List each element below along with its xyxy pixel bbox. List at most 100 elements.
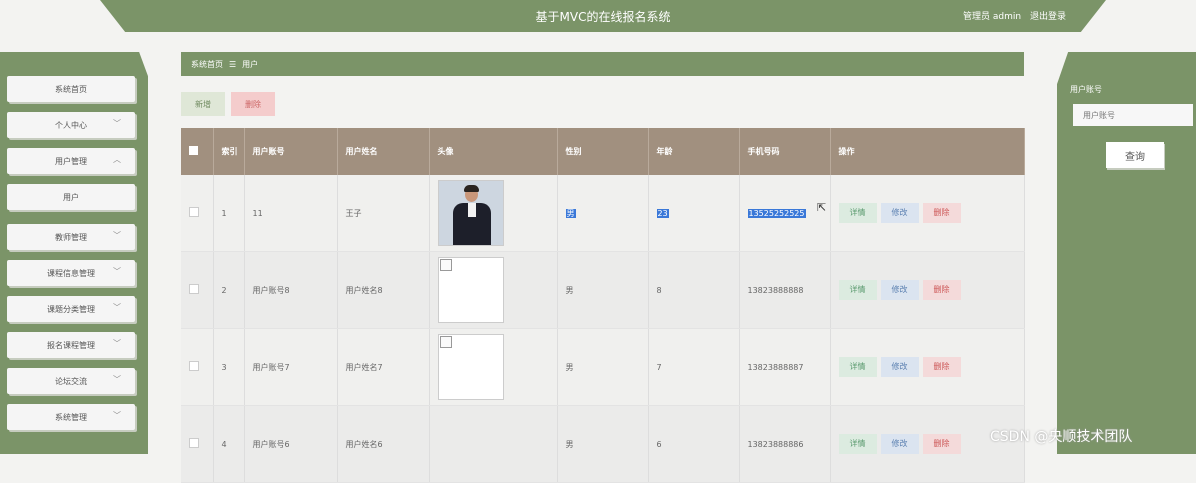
sidebar-subitem-users[interactable]: 用户 — [7, 184, 135, 210]
view-button[interactable]: 详情 — [838, 357, 877, 377]
sidebar-item-label: 系统管理 — [55, 412, 87, 422]
cell-age: 7 — [648, 328, 740, 406]
select-all-checkbox[interactable] — [181, 128, 214, 175]
breadcrumb-home[interactable]: 系统首页 — [191, 59, 223, 70]
sidebar-item-enrollment[interactable]: 报名课程管理 ﹀ — [7, 332, 135, 358]
edit-button[interactable]: 修改 — [880, 357, 919, 377]
row-delete-button[interactable]: 删除 — [922, 357, 961, 377]
sidebar-item-label: 课题分类管理 — [47, 304, 95, 314]
app-title: 基于MVC的在线报名系统 — [535, 10, 671, 24]
sidebar-item-forum[interactable]: 论坛交流 ﹀ — [7, 368, 135, 394]
sidebar-item-profile[interactable]: 个人中心 ﹀ — [7, 112, 135, 138]
breadcrumb: 系统首页 ☰ 用户 — [181, 52, 1024, 76]
chevron-up-icon: ︿ — [113, 155, 121, 164]
row-delete-button[interactable]: 删除 — [922, 280, 961, 300]
search-button[interactable]: 查询 — [1106, 142, 1164, 168]
sidebar-item-label: 报名课程管理 — [47, 340, 95, 350]
view-button[interactable]: 详情 — [838, 434, 877, 454]
cell-phone: 13525252525 — [747, 208, 806, 218]
cell-gender: 男 — [557, 328, 649, 406]
cell-account: 用户账号7 — [244, 328, 338, 406]
sidebar-item-label: 个人中心 — [55, 120, 87, 130]
column-header: 手机号码 — [739, 128, 831, 175]
cell-gender: 男 — [557, 251, 649, 329]
column-header: 操作 — [830, 128, 1025, 175]
view-button[interactable]: 详情 — [838, 203, 877, 223]
cell-phone: 13823888888 — [739, 251, 831, 329]
column-header: 年龄 — [648, 128, 740, 175]
sidebar-item-label: 教师管理 — [55, 232, 87, 242]
cell-gender: 男 — [565, 208, 576, 218]
row-delete-button[interactable]: 删除 — [922, 203, 961, 223]
chevron-down-icon: ﹀ — [113, 267, 121, 276]
avatar — [437, 334, 504, 400]
mouse-cursor-icon: ⇱ — [817, 201, 827, 214]
table-header-row: 索引 用户账号 用户姓名 头像 性别 年龄 手机号码 操作 — [181, 128, 1025, 175]
cell-index: 1 — [213, 175, 245, 252]
sidebar-item-label: 用户管理 — [55, 156, 87, 166]
cell-phone: 13823888887 — [739, 328, 831, 406]
top-header-bar: 基于MVC的在线报名系统 管理员 admin 退出登录 — [100, 0, 1106, 32]
cell-age: 6 — [648, 405, 740, 483]
edit-button[interactable]: 修改 — [880, 280, 919, 300]
sidebar-item-category[interactable]: 课题分类管理 ﹀ — [7, 296, 135, 322]
cell-phone: 13823888886 — [739, 405, 831, 483]
cell-name: 用户姓名8 — [337, 251, 430, 329]
chevron-down-icon: ﹀ — [113, 231, 121, 240]
sidebar-item-label: 系统首页 — [55, 84, 87, 94]
column-header: 用户账号 — [244, 128, 338, 175]
broken-image-icon — [439, 259, 452, 271]
chevron-down-icon: ﹀ — [113, 375, 121, 384]
delete-button[interactable]: 删除 — [231, 92, 275, 116]
breadcrumb-current: 用户 — [242, 59, 259, 69]
sidebar-item-system[interactable]: 系统管理 ﹀ — [7, 404, 135, 430]
row-delete-button[interactable]: 删除 — [922, 434, 961, 454]
sidebar-item-label: 用户 — [63, 192, 79, 202]
search-input[interactable] — [1073, 104, 1193, 126]
column-header: 性别 — [557, 128, 649, 175]
sidebar-item-user-management[interactable]: 用户管理 ︿ — [7, 148, 135, 174]
column-header: 索引 — [213, 128, 245, 175]
cell-gender: 男 — [557, 405, 649, 483]
chevron-down-icon: ﹀ — [113, 411, 121, 420]
row-checkbox[interactable] — [181, 328, 214, 406]
cell-name: 王子 — [337, 175, 430, 252]
row-checkbox[interactable] — [181, 405, 214, 483]
cell-index: 4 — [213, 405, 245, 483]
chevron-down-icon: ﹀ — [113, 303, 121, 312]
cell-name: 用户姓名6 — [337, 405, 430, 483]
sidebar-item-home[interactable]: 系统首页 — [7, 76, 135, 102]
user-table: 索引 用户账号 用户姓名 头像 性别 年龄 手机号码 操作 1 11 王子 男 … — [181, 128, 1025, 483]
cell-age: 8 — [648, 251, 740, 329]
add-button[interactable]: 新增 — [181, 92, 225, 116]
row-checkbox[interactable] — [181, 251, 214, 329]
watermark: CSDN @央顺技术团队 — [990, 429, 1133, 445]
edit-button[interactable]: 修改 — [880, 203, 919, 223]
sidebar-item-label: 课程信息管理 — [47, 268, 95, 278]
cell-age: 23 — [656, 208, 669, 218]
logout-link[interactable]: 退出登录 — [1030, 12, 1066, 22]
view-button[interactable]: 详情 — [838, 280, 877, 300]
cell-account: 用户账号8 — [244, 251, 338, 329]
table-row: 3 用户账号7 用户姓名7 男 7 13823888887 详情 修改 删除 — [181, 328, 1025, 406]
cell-index: 3 — [213, 328, 245, 406]
sidebar-item-teacher-management[interactable]: 教师管理 ﹀ — [7, 224, 135, 250]
sidebar-item-course-info[interactable]: 课程信息管理 ﹀ — [7, 260, 135, 286]
column-header: 头像 — [429, 128, 558, 175]
menu-icon: ☰ — [229, 59, 237, 69]
cell-account: 用户账号6 — [244, 405, 338, 483]
edit-button[interactable]: 修改 — [880, 434, 919, 454]
admin-label: 管理员 admin — [963, 12, 1022, 22]
table-row: 4 用户账号6 用户姓名6 男 6 13823888886 详情 修改 删除 — [181, 405, 1025, 483]
chevron-down-icon: ﹀ — [113, 119, 121, 128]
avatar — [437, 257, 504, 323]
column-header: 用户姓名 — [337, 128, 430, 175]
cell-name: 用户姓名7 — [337, 328, 430, 406]
table-row: 1 11 王子 男 23 13525252525 详情 修改 删除 — [181, 175, 1025, 252]
search-label: 用户账号 — [1070, 85, 1102, 94]
cell-index: 2 — [213, 251, 245, 329]
broken-image-icon — [439, 336, 452, 348]
row-checkbox[interactable] — [181, 175, 214, 252]
chevron-down-icon: ﹀ — [113, 339, 121, 348]
user-area: 管理员 admin 退出登录 — [957, 9, 1066, 22]
